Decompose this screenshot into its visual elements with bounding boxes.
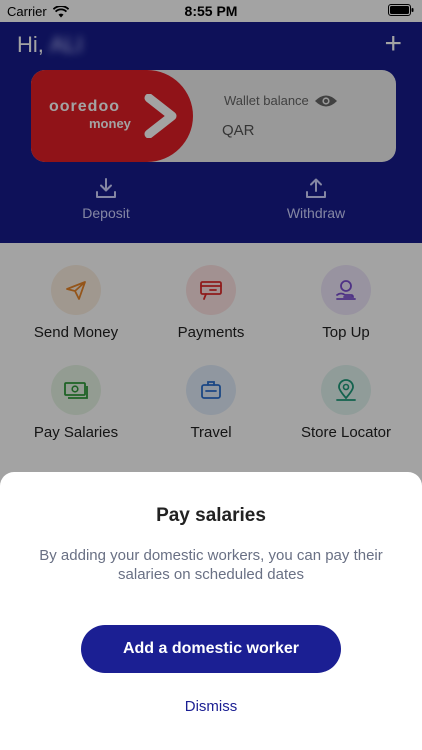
pay-salaries-sheet: Pay salaries By adding your domestic wor… <box>0 472 422 750</box>
dismiss-button[interactable]: Dismiss <box>0 698 422 715</box>
sheet-title: Pay salaries <box>156 505 266 526</box>
screen: Carrier 8:55 PM Hi, ALI + ooredoo money … <box>0 0 422 750</box>
sheet-description: By adding your domestic workers, you can… <box>39 547 383 583</box>
add-domestic-worker-button[interactable]: Add a domestic worker <box>81 625 341 673</box>
